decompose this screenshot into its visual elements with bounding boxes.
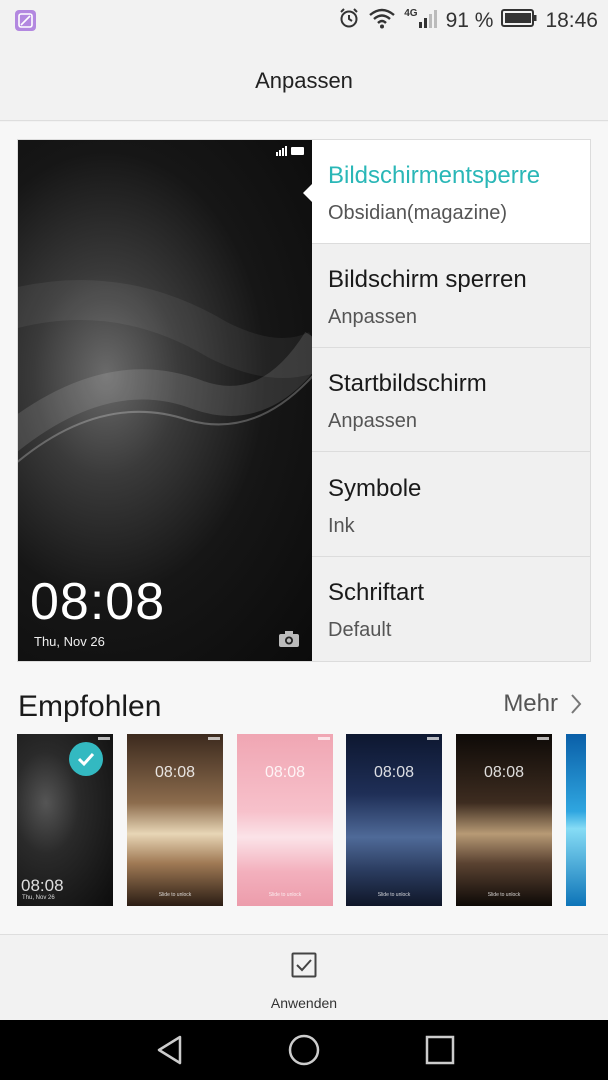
- theme-thumbnail[interactable]: 08:08 Slide to unlock: [456, 734, 552, 906]
- battery-icon: [501, 8, 537, 34]
- thumb-clock: 08:08: [373, 764, 415, 781]
- menu-item-subtitle: Default: [328, 619, 392, 641]
- menu-item-icons[interactable]: Symbole Ink: [312, 453, 590, 557]
- thumb-unlock-hint: Slide to unlock: [268, 892, 302, 898]
- menu-item-subtitle: Obsidian(magazine): [328, 202, 507, 224]
- menu-item-subtitle: Anpassen: [328, 410, 417, 432]
- thumb-unlock-hint: Slide to unlock: [158, 892, 192, 898]
- theme-thumbnail[interactable]: 08:08 Slide to unlock: [346, 734, 442, 906]
- clock: 18:46: [545, 9, 598, 32]
- menu-item-unlock-style[interactable]: Bildschirmentsperre Obsidian(magazine): [303, 140, 590, 244]
- network-type: 4G: [404, 7, 418, 19]
- alarm-icon: [338, 7, 360, 35]
- preview-date: Thu, Nov 26: [34, 634, 105, 649]
- thumb-clock: 08:08: [264, 764, 306, 781]
- menu-item-font[interactable]: Schriftart Default: [312, 557, 590, 661]
- recommended-title: Empfohlen: [18, 690, 162, 723]
- menu-item-title: Symbole: [328, 475, 422, 502]
- theme-thumbnail[interactable]: 08:08 Slide to unlock: [127, 734, 223, 906]
- menu-item-title: Schriftart: [328, 579, 425, 606]
- thumb-clock: 08:08: [21, 876, 64, 895]
- menu-item-home-screen[interactable]: Startbildschirm Anpassen: [312, 348, 590, 452]
- action-bar: Anwenden: [0, 934, 608, 1020]
- main-content: 08:08 Thu, Nov 26 Bildschirmentsperre Ob…: [0, 122, 608, 934]
- thumb-status-bar: [318, 737, 330, 740]
- menu-item-subtitle: Anpassen: [328, 306, 417, 328]
- theme-thumbnail-partial[interactable]: [566, 734, 586, 906]
- lockscreen-preview[interactable]: 08:08 Thu, Nov 26: [18, 140, 312, 661]
- thumb-status-bar: [537, 737, 549, 740]
- home-circle-icon: [288, 1034, 320, 1066]
- gallery-notification-icon: [15, 10, 36, 31]
- more-link[interactable]: Mehr: [503, 690, 582, 718]
- status-bar: 4G 91 % 18:46: [0, 0, 608, 44]
- more-label: Mehr: [503, 690, 558, 717]
- menu-item-title: Bildschirm sperren: [328, 266, 527, 293]
- selected-check-badge: [69, 742, 103, 776]
- theme-thumbnail[interactable]: 08:08 Slide to unlock: [237, 734, 333, 906]
- back-triangle-icon: [157, 1035, 182, 1065]
- apply-label[interactable]: Anwenden: [0, 995, 608, 1011]
- thumb-unlock-hint: Slide to unlock: [377, 892, 411, 898]
- thumb-date: Thu, Nov 26: [22, 895, 55, 901]
- signal-icon: [418, 7, 438, 35]
- thumb-clock: 08:08: [154, 764, 196, 781]
- recent-square-icon: [425, 1035, 455, 1065]
- thumb-clock: 08:08: [483, 764, 525, 781]
- battery-percentage: 91 %: [445, 9, 494, 32]
- menu-item-lock-screen[interactable]: Bildschirm sperren Anpassen: [312, 244, 590, 348]
- wifi-icon: [368, 7, 396, 35]
- preview-signal-icon: [276, 146, 304, 156]
- recent-apps-button[interactable]: [424, 1034, 456, 1066]
- navigation-bar: [0, 1020, 608, 1080]
- menu-item-subtitle: Ink: [328, 515, 355, 537]
- menu-item-title: Bildschirmentsperre: [328, 162, 541, 189]
- chevron-right-icon: [571, 694, 582, 714]
- status-icons: 4G 91 % 18:46: [338, 6, 598, 36]
- home-button[interactable]: [288, 1034, 320, 1066]
- page-title: Anpassen: [255, 68, 353, 93]
- back-button[interactable]: [154, 1034, 186, 1066]
- check-icon: [77, 752, 95, 767]
- thumb-status-bar: [427, 737, 439, 740]
- thumb-unlock-hint: Slide to unlock: [487, 892, 521, 898]
- camera-icon: [279, 631, 299, 647]
- thumb-status-bar: [208, 737, 220, 740]
- preview-clock: 08:08: [30, 573, 166, 631]
- customize-menu: Bildschirmentsperre Obsidian(magazine) B…: [303, 140, 590, 661]
- apply-button[interactable]: [291, 952, 317, 983]
- thumb-status-bar: [98, 737, 110, 740]
- header: Anpassen: [0, 44, 608, 121]
- recommended-themes: 08:08 Thu, Nov 26 08:08 Slide to unlock …: [17, 734, 608, 906]
- theme-thumbnail[interactable]: 08:08 Thu, Nov 26: [17, 734, 113, 906]
- menu-item-title: Startbildschirm: [328, 370, 487, 397]
- checkbox-icon: [291, 952, 317, 978]
- theme-preview-card: 08:08 Thu, Nov 26 Bildschirmentsperre Ob…: [17, 139, 591, 662]
